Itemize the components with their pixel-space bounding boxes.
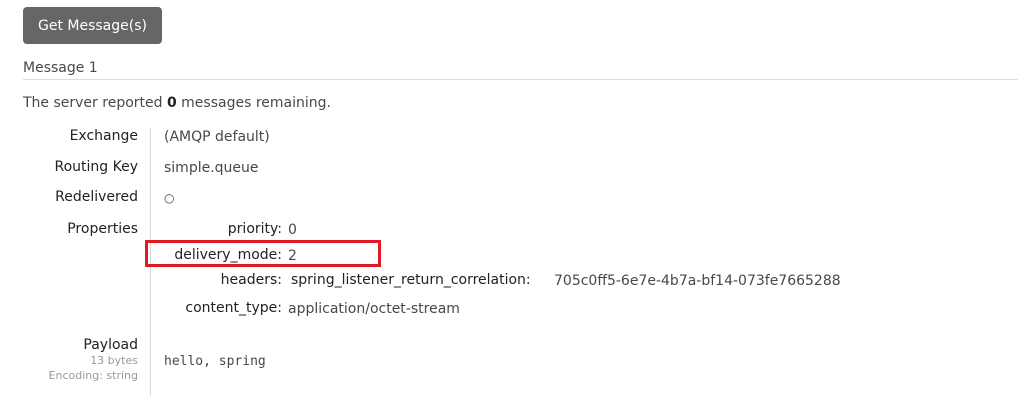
payload-size: 13 bytes <box>90 354 138 367</box>
property-value-content-type: application/octet-stream <box>288 301 460 317</box>
payload-label: Payload <box>83 337 138 353</box>
payload-encoding: Encoding: string <box>48 369 138 382</box>
get-messages-button[interactable]: Get Message(s) <box>23 7 162 44</box>
payload-value: hello, spring <box>164 354 266 369</box>
remaining-count: 0 <box>166 95 177 111</box>
messages-remaining-summary: The server reported 0 messages remaining… <box>23 95 331 111</box>
header-key-spring-listener-return-correlation: spring_listener_return_correlation: <box>291 272 531 288</box>
property-value-priority: 0 <box>288 222 297 238</box>
delivery-mode-highlight-box <box>145 240 381 267</box>
section-divider <box>23 79 1018 80</box>
property-key-priority: priority: <box>227 221 282 237</box>
summary-prefix: The server reported <box>23 95 167 111</box>
routing-key-value: simple.queue <box>164 160 259 176</box>
property-key-content-type: content_type: <box>185 300 282 316</box>
exchange-label: Exchange <box>69 128 138 144</box>
message-title: Message 1 <box>23 60 98 76</box>
header-value-correlation-id: 705c0ff5-6e7e-4b7a-bf14-073fe7665288 <box>554 273 841 289</box>
routing-key-label: Routing Key <box>54 159 138 175</box>
properties-label: Properties <box>67 221 138 237</box>
redelivered-value: ○ <box>164 191 175 205</box>
exchange-value: (AMQP default) <box>164 129 270 145</box>
property-key-headers: headers: <box>220 272 282 288</box>
redelivered-label: Redelivered <box>55 189 138 205</box>
summary-suffix: messages remaining. <box>176 95 331 111</box>
